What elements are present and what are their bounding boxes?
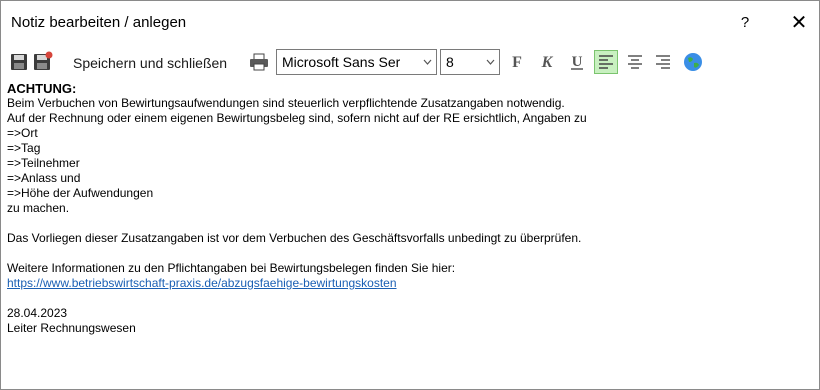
- chevron-down-icon: [486, 59, 495, 65]
- chevron-down-icon: [423, 59, 432, 65]
- note-line: zu machen.: [7, 201, 70, 215]
- svg-text:F: F: [512, 54, 522, 71]
- note-list-item: =>Anlass und: [7, 171, 81, 185]
- svg-text:U: U: [572, 54, 583, 70]
- italic-icon[interactable]: K: [535, 50, 559, 74]
- svg-text:K: K: [541, 54, 554, 71]
- globe-icon[interactable]: [681, 50, 705, 74]
- help-button[interactable]: ?: [725, 7, 765, 37]
- save-new-icon[interactable]: [33, 51, 53, 71]
- title-bar: Notiz bearbeiten / anlegen ? ✕: [1, 1, 819, 43]
- font-size-select[interactable]: 8: [440, 49, 500, 75]
- toolbar: Speichern und schließen Microsoft Sans S…: [1, 43, 819, 81]
- save-icon[interactable]: [10, 53, 28, 71]
- font-size-value: 8: [446, 54, 454, 70]
- note-list-item: =>Höhe der Aufwendungen: [7, 186, 154, 200]
- note-line: Beim Verbuchen von Bewirtungsaufwendunge…: [7, 96, 565, 110]
- underline-icon[interactable]: U: [565, 50, 589, 74]
- note-editor-window: Notiz bearbeiten / anlegen ? ✕ Speichern…: [0, 0, 820, 390]
- close-button[interactable]: ✕: [779, 7, 819, 37]
- window-title: Notiz bearbeiten / anlegen: [11, 14, 187, 31]
- print-icon[interactable]: [249, 53, 269, 71]
- note-list-item: =>Ort: [7, 126, 38, 140]
- font-family-select[interactable]: Microsoft Sans Ser: [276, 49, 437, 75]
- note-paragraph: Das Vorliegen dieser Zusatzangaben ist v…: [7, 231, 582, 245]
- note-heading: ACHTUNG:: [7, 81, 77, 96]
- note-signature: Leiter Rechnungswesen: [7, 321, 136, 335]
- note-date: 28.04.2023: [7, 306, 68, 320]
- align-center-icon[interactable]: [623, 50, 647, 74]
- save-and-close-button[interactable]: Speichern und schließen: [73, 55, 227, 71]
- align-right-icon[interactable]: [651, 50, 675, 74]
- bold-icon[interactable]: F: [505, 50, 529, 74]
- info-link[interactable]: https://www.betriebswirtschaft-praxis.de…: [7, 276, 397, 290]
- align-left-icon: [599, 55, 613, 69]
- align-left-button[interactable]: [594, 50, 618, 74]
- note-list-item: =>Teilnehmer: [7, 156, 80, 170]
- note-paragraph: Weitere Informationen zu den Pflichtanga…: [7, 261, 456, 275]
- note-text-area[interactable]: ACHTUNG: Beim Verbuchen von Bewirtungsau…: [7, 81, 807, 336]
- note-list-item: =>Tag: [7, 141, 41, 155]
- note-line: Auf der Rechnung oder einem eigenen Bewi…: [7, 111, 587, 125]
- font-family-value: Microsoft Sans Ser: [282, 54, 401, 70]
